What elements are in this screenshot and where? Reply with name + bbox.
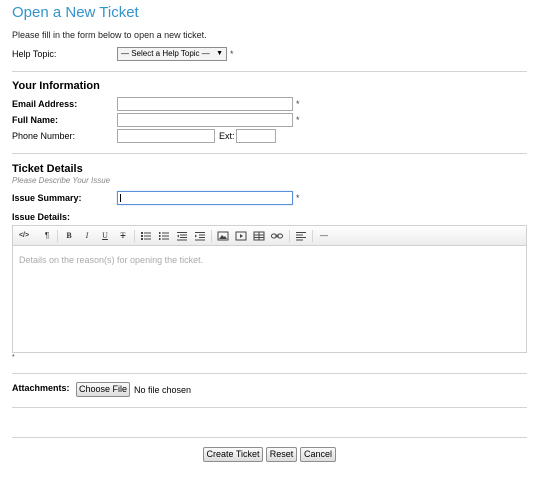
full-name-label: Full Name: [12, 115, 59, 125]
ticket-details-subheading: Please Describe Your Issue [12, 176, 111, 185]
required-marker: * [230, 49, 234, 59]
bold-icon[interactable]: B [62, 229, 76, 243]
editor-toolbar: </> ¶ B I U T — [12, 225, 527, 245]
your-information-heading: Your Information [12, 80, 100, 92]
attachments-label: Attachments: [12, 383, 70, 393]
divider [12, 71, 527, 72]
extension-label: Ext: [219, 131, 235, 141]
toolbar-separator [57, 230, 58, 242]
link-icon[interactable] [270, 229, 284, 243]
required-marker: * [296, 115, 300, 125]
divider [12, 407, 527, 408]
table-icon[interactable] [252, 229, 266, 243]
file-status: No file chosen [134, 385, 192, 395]
email-label: Email Address: [12, 99, 78, 109]
image-icon[interactable] [216, 229, 230, 243]
outdent-icon[interactable] [175, 229, 189, 243]
chevron-down-icon: ▼ [216, 50, 223, 57]
issue-details-placeholder: Details on the reason(s) for opening the… [19, 255, 204, 265]
align-icon[interactable] [294, 229, 308, 243]
indent-icon[interactable] [193, 229, 207, 243]
choose-file-button[interactable]: Choose File [76, 382, 130, 397]
toolbar-separator [289, 230, 290, 242]
help-topic-selected-value: — Select a Help Topic — [121, 49, 210, 58]
strikethrough-icon[interactable]: T [116, 229, 130, 243]
required-marker: * [12, 354, 15, 361]
page-title: Open a New Ticket [12, 4, 139, 21]
cancel-button[interactable]: Cancel [300, 447, 336, 462]
phone-number-label: Phone Number: [12, 131, 76, 141]
help-topic-select[interactable]: — Select a Help Topic — ▼ [117, 47, 227, 61]
required-marker: * [296, 193, 300, 203]
extension-field[interactable] [236, 129, 276, 143]
underline-icon[interactable]: U [98, 229, 112, 243]
video-icon[interactable] [234, 229, 248, 243]
issue-details-editor[interactable]: Details on the reason(s) for opening the… [12, 245, 527, 353]
issue-details-label: Issue Details: [12, 212, 71, 222]
issue-summary-field[interactable] [117, 191, 293, 205]
toolbar-separator [312, 230, 313, 242]
required-marker: * [296, 99, 300, 109]
issue-summary-label: Issue Summary: [12, 193, 82, 203]
page-intro: Please fill in the form below to open a … [12, 30, 207, 40]
code-view-icon[interactable]: </> [17, 229, 31, 243]
phone-number-field[interactable] [117, 129, 215, 143]
full-name-field[interactable] [117, 113, 293, 127]
toolbar-separator [134, 230, 135, 242]
divider [12, 153, 527, 154]
divider [12, 437, 527, 438]
horizontal-rule-icon[interactable]: — [317, 229, 331, 243]
ticket-details-heading: Ticket Details [12, 163, 83, 175]
reset-button[interactable]: Reset [266, 447, 297, 462]
help-topic-label: Help Topic: [12, 49, 57, 59]
create-ticket-button[interactable]: Create Ticket [203, 447, 263, 462]
email-field[interactable] [117, 97, 293, 111]
unordered-list-icon[interactable] [139, 229, 153, 243]
toolbar-separator [211, 230, 212, 242]
ordered-list-icon[interactable] [157, 229, 171, 243]
paragraph-format-icon[interactable]: ¶ [40, 229, 54, 243]
divider [12, 373, 527, 374]
italic-icon[interactable]: I [80, 229, 94, 243]
